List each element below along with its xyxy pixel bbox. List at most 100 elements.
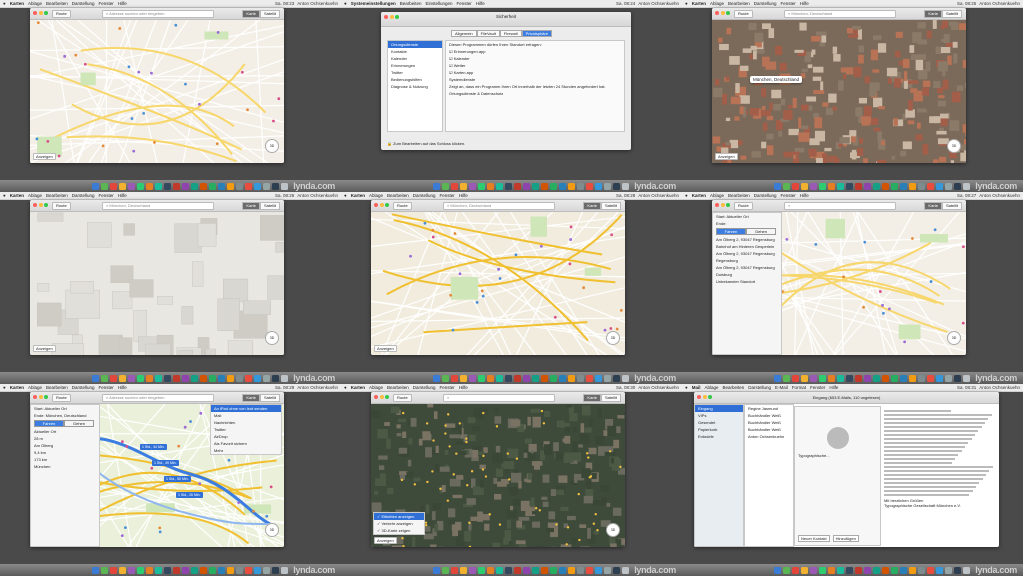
dock-app-icon[interactable]: [810, 182, 817, 190]
zoom-button[interactable]: [726, 203, 730, 207]
dock-app-icon[interactable]: [613, 374, 620, 382]
dock-app-icon[interactable]: [263, 374, 270, 382]
menu-app-name[interactable]: Karten: [10, 385, 24, 390]
dock-app-icon[interactable]: [523, 374, 530, 382]
apple-menu-icon[interactable]: ●: [685, 193, 688, 198]
dock-app-icon[interactable]: [918, 182, 925, 190]
dock-app-icon[interactable]: [604, 566, 611, 574]
dock-app-icon[interactable]: [801, 566, 808, 574]
map-view[interactable]: Anzeigen 3D ✓ Etiketten anzeigen ✓ Verkehr …: [371, 404, 625, 547]
dock-app-icon[interactable]: [164, 182, 171, 190]
dock-app-icon[interactable]: [828, 182, 835, 190]
system-services-row[interactable]: Systemdienste: [446, 76, 624, 83]
dock-app-icon[interactable]: [882, 182, 889, 190]
mode-satellite[interactable]: Satellit: [600, 394, 621, 402]
dock-app-icon[interactable]: [146, 374, 153, 382]
mode-drive[interactable]: Fahren: [716, 228, 746, 235]
menu-item[interactable]: Ablage: [369, 193, 383, 198]
dock-app-icon[interactable]: [909, 182, 916, 190]
dock-app-icon[interactable]: [882, 374, 889, 382]
menu-item[interactable]: Darstellung: [72, 1, 95, 6]
privacy-category[interactable]: Erinnerungen: [388, 62, 442, 69]
mode-satellite[interactable]: Satellit: [941, 202, 962, 210]
dock-app-icon[interactable]: [577, 566, 584, 574]
dock-app-icon[interactable]: [478, 566, 485, 574]
dock-app-icon[interactable]: [433, 566, 440, 574]
menu-app-name[interactable]: Karten: [351, 193, 365, 198]
route-button[interactable]: Route: [734, 10, 753, 18]
dock-app-icon[interactable]: [604, 374, 611, 382]
search-field[interactable]: ⌕ Adresse suchen oder eingeben: [102, 10, 214, 18]
menu-item[interactable]: Ablage: [28, 385, 42, 390]
dock-app-icon[interactable]: [137, 374, 144, 382]
view-option[interactable]: ✓ Verkehr anzeigen: [374, 520, 424, 527]
pref-tab[interactable]: Firewall: [499, 30, 522, 37]
privacy-category[interactable]: Bedienungshilfen: [388, 76, 442, 83]
compass-icon[interactable]: 3D: [265, 139, 279, 153]
dock-app-icon[interactable]: [595, 374, 602, 382]
menu-item[interactable]: Ablage: [704, 385, 718, 390]
dock-app-icon[interactable]: [164, 374, 171, 382]
dock-app-icon[interactable]: [855, 182, 862, 190]
mode-map[interactable]: Karte: [583, 202, 601, 210]
app-checkbox-row[interactable]: ☑ Wetter: [446, 62, 624, 69]
dock-app-icon[interactable]: [909, 374, 916, 382]
dock-app-icon[interactable]: [460, 374, 467, 382]
mode-map[interactable]: Karte: [583, 394, 601, 402]
dock-app-icon[interactable]: [945, 374, 952, 382]
show-button[interactable]: Anzeigen: [374, 345, 397, 352]
menu-app-name[interactable]: Karten: [10, 1, 24, 6]
route-button[interactable]: Route: [52, 394, 71, 402]
dock-app-icon[interactable]: [119, 374, 126, 382]
share-item[interactable]: Twitter: [211, 426, 281, 433]
menu-item[interactable]: E-Mail: [775, 385, 788, 390]
dock-app-icon[interactable]: [478, 182, 485, 190]
list-item[interactable]: 28 m: [31, 435, 99, 442]
dock-app-icon[interactable]: [864, 566, 871, 574]
dock-app-icon[interactable]: [218, 374, 225, 382]
dock-app-icon[interactable]: [119, 566, 126, 574]
share-item[interactable]: Mehr: [211, 447, 281, 454]
apple-menu-icon[interactable]: ●: [3, 385, 6, 390]
menu-item[interactable]: Einstellungen: [426, 1, 453, 6]
dock-app-icon[interactable]: [550, 374, 557, 382]
dock-app-icon[interactable]: [245, 182, 252, 190]
zoom-button[interactable]: [44, 203, 48, 207]
view-option[interactable]: ✓ Etiketten anzeigen: [374, 513, 424, 520]
compass-icon[interactable]: 3D: [265, 331, 279, 345]
dock-app-icon[interactable]: [936, 182, 943, 190]
menu-item[interactable]: Darstellung: [413, 193, 436, 198]
dock-app-icon[interactable]: [918, 374, 925, 382]
dock-app-icon[interactable]: [496, 374, 503, 382]
map-view[interactable]: Anzeigen 3D München, Deutschland: [712, 20, 966, 163]
dock-app-icon[interactable]: [891, 182, 898, 190]
menu-item[interactable]: Bearbeiten: [387, 385, 409, 390]
dock-app-icon[interactable]: [272, 566, 279, 574]
close-button[interactable]: [33, 203, 37, 207]
privacy-category[interactable]: Diagnose & Nutzung: [388, 83, 442, 90]
minimize-button[interactable]: [720, 11, 725, 15]
mode-walk[interactable]: Gehen: [746, 228, 776, 235]
dock-app-icon[interactable]: [963, 566, 970, 574]
dock-app-icon[interactable]: [505, 182, 512, 190]
share-item[interactable]: Als Favorit sichern: [211, 440, 281, 447]
menu-item[interactable]: Bearbeiten: [728, 193, 750, 198]
minimize-button[interactable]: [379, 203, 384, 207]
mailbox-item[interactable]: VIPs: [695, 412, 743, 419]
show-button[interactable]: Anzeigen: [33, 345, 56, 352]
dock-app-icon[interactable]: [918, 566, 925, 574]
pref-tab[interactable]: Allgemein: [451, 30, 477, 37]
dock-app-icon[interactable]: [900, 182, 907, 190]
menu-item[interactable]: Hilfe: [118, 385, 127, 390]
mode-walk[interactable]: Gehen: [64, 420, 94, 427]
menu-item[interactable]: Bearbeiten: [723, 385, 745, 390]
menu-item[interactable]: Fenster: [781, 193, 796, 198]
dock-app-icon[interactable]: [236, 566, 243, 574]
apple-menu-icon[interactable]: ●: [685, 385, 688, 390]
menu-item[interactable]: Bearbeiten: [728, 1, 750, 6]
menu-item[interactable]: Fenster: [781, 1, 796, 6]
dock-app-icon[interactable]: [496, 566, 503, 574]
list-item[interactable]: München: [31, 463, 99, 470]
dock-app-icon[interactable]: [272, 374, 279, 382]
zoom-button[interactable]: [44, 395, 48, 399]
